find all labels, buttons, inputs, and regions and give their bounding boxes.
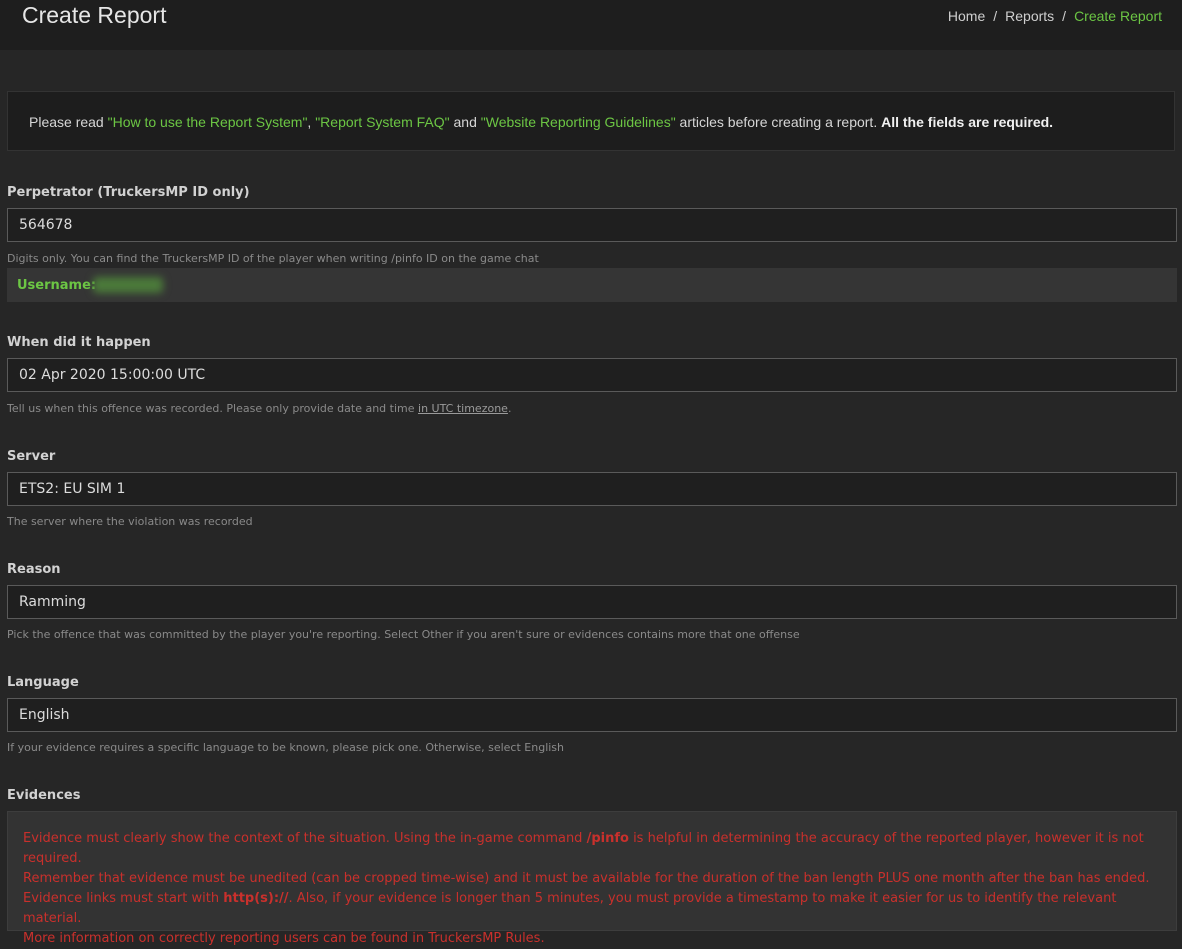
server-help: The server where the violation was recor…	[7, 515, 253, 528]
perpetrator-help: Digits only. You can find the TruckersMP…	[7, 252, 539, 265]
server-label: Server	[7, 449, 56, 464]
server-select[interactable]: ETS2: EU SIM 1	[7, 472, 1177, 506]
when-help: Tell us when this offence was recorded. …	[7, 402, 511, 415]
breadcrumb-home-link[interactable]: Home	[948, 8, 985, 24]
evidence-rule-1: Evidence must clearly show the context o…	[23, 829, 1161, 869]
evidence-rule-3: More information on correctly reporting …	[23, 931, 545, 946]
notice-text: Please read	[29, 114, 108, 130]
reason-help: Pick the offence that was committed by t…	[7, 628, 800, 641]
evidence-rule-2: Remember that evidence must be unedited …	[23, 869, 1161, 929]
breadcrumb-reports-link[interactable]: Reports	[1005, 8, 1054, 24]
how-to-use-link[interactable]: "How to use the Report System"	[108, 114, 308, 130]
required-notice: Please read "How to use the Report Syste…	[7, 91, 1175, 151]
username-display: Username:	[7, 268, 1177, 302]
guidelines-link[interactable]: "Website Reporting Guidelines"	[481, 114, 676, 130]
evidence-rules-box: Evidence must clearly show the context o…	[7, 811, 1177, 946]
faq-link[interactable]: "Report System FAQ"	[315, 114, 449, 130]
top-bar: Create Report Home / Reports / Create Re…	[0, 0, 1182, 50]
when-label: When did it happen	[7, 335, 151, 350]
perpetrator-input[interactable]: 564678	[7, 208, 1177, 242]
reason-label: Reason	[7, 562, 61, 577]
reason-select[interactable]: Ramming	[7, 585, 1177, 619]
when-help-text: Tell us when this offence was recorded. …	[7, 402, 419, 415]
breadcrumb: Home / Reports / Create Report	[948, 8, 1162, 24]
breadcrumb-separator: /	[993, 8, 998, 24]
notice-text: and	[449, 114, 481, 130]
http-prefix: http(s)://	[223, 891, 289, 906]
language-help: If your evidence requires a specific lan…	[7, 741, 565, 754]
notice-text: articles before creating a report.	[675, 114, 882, 130]
language-label: Language	[7, 675, 79, 690]
utc-timezone-link[interactable]: in UTC timezone	[418, 402, 508, 415]
notice-required-text: All the fields are required.	[881, 114, 1054, 130]
when-help-text: .	[507, 402, 512, 415]
page-title: Create Report	[22, 2, 167, 28]
when-input[interactable]: 02 Apr 2020 15:00:00 UTC	[7, 358, 1177, 392]
username-label: Username:	[17, 278, 97, 293]
breadcrumb-current: Create Report	[1074, 8, 1162, 24]
perpetrator-label: Perpetrator (TruckersMP ID only)	[7, 185, 250, 200]
pinfo-command: /pinfo	[586, 831, 629, 846]
username-redacted	[93, 277, 163, 293]
breadcrumb-separator: /	[1062, 8, 1067, 24]
evidence-text: Evidence must clearly show the context o…	[23, 831, 587, 846]
evidences-label: Evidences	[7, 788, 81, 803]
language-select[interactable]: English	[7, 698, 1177, 732]
